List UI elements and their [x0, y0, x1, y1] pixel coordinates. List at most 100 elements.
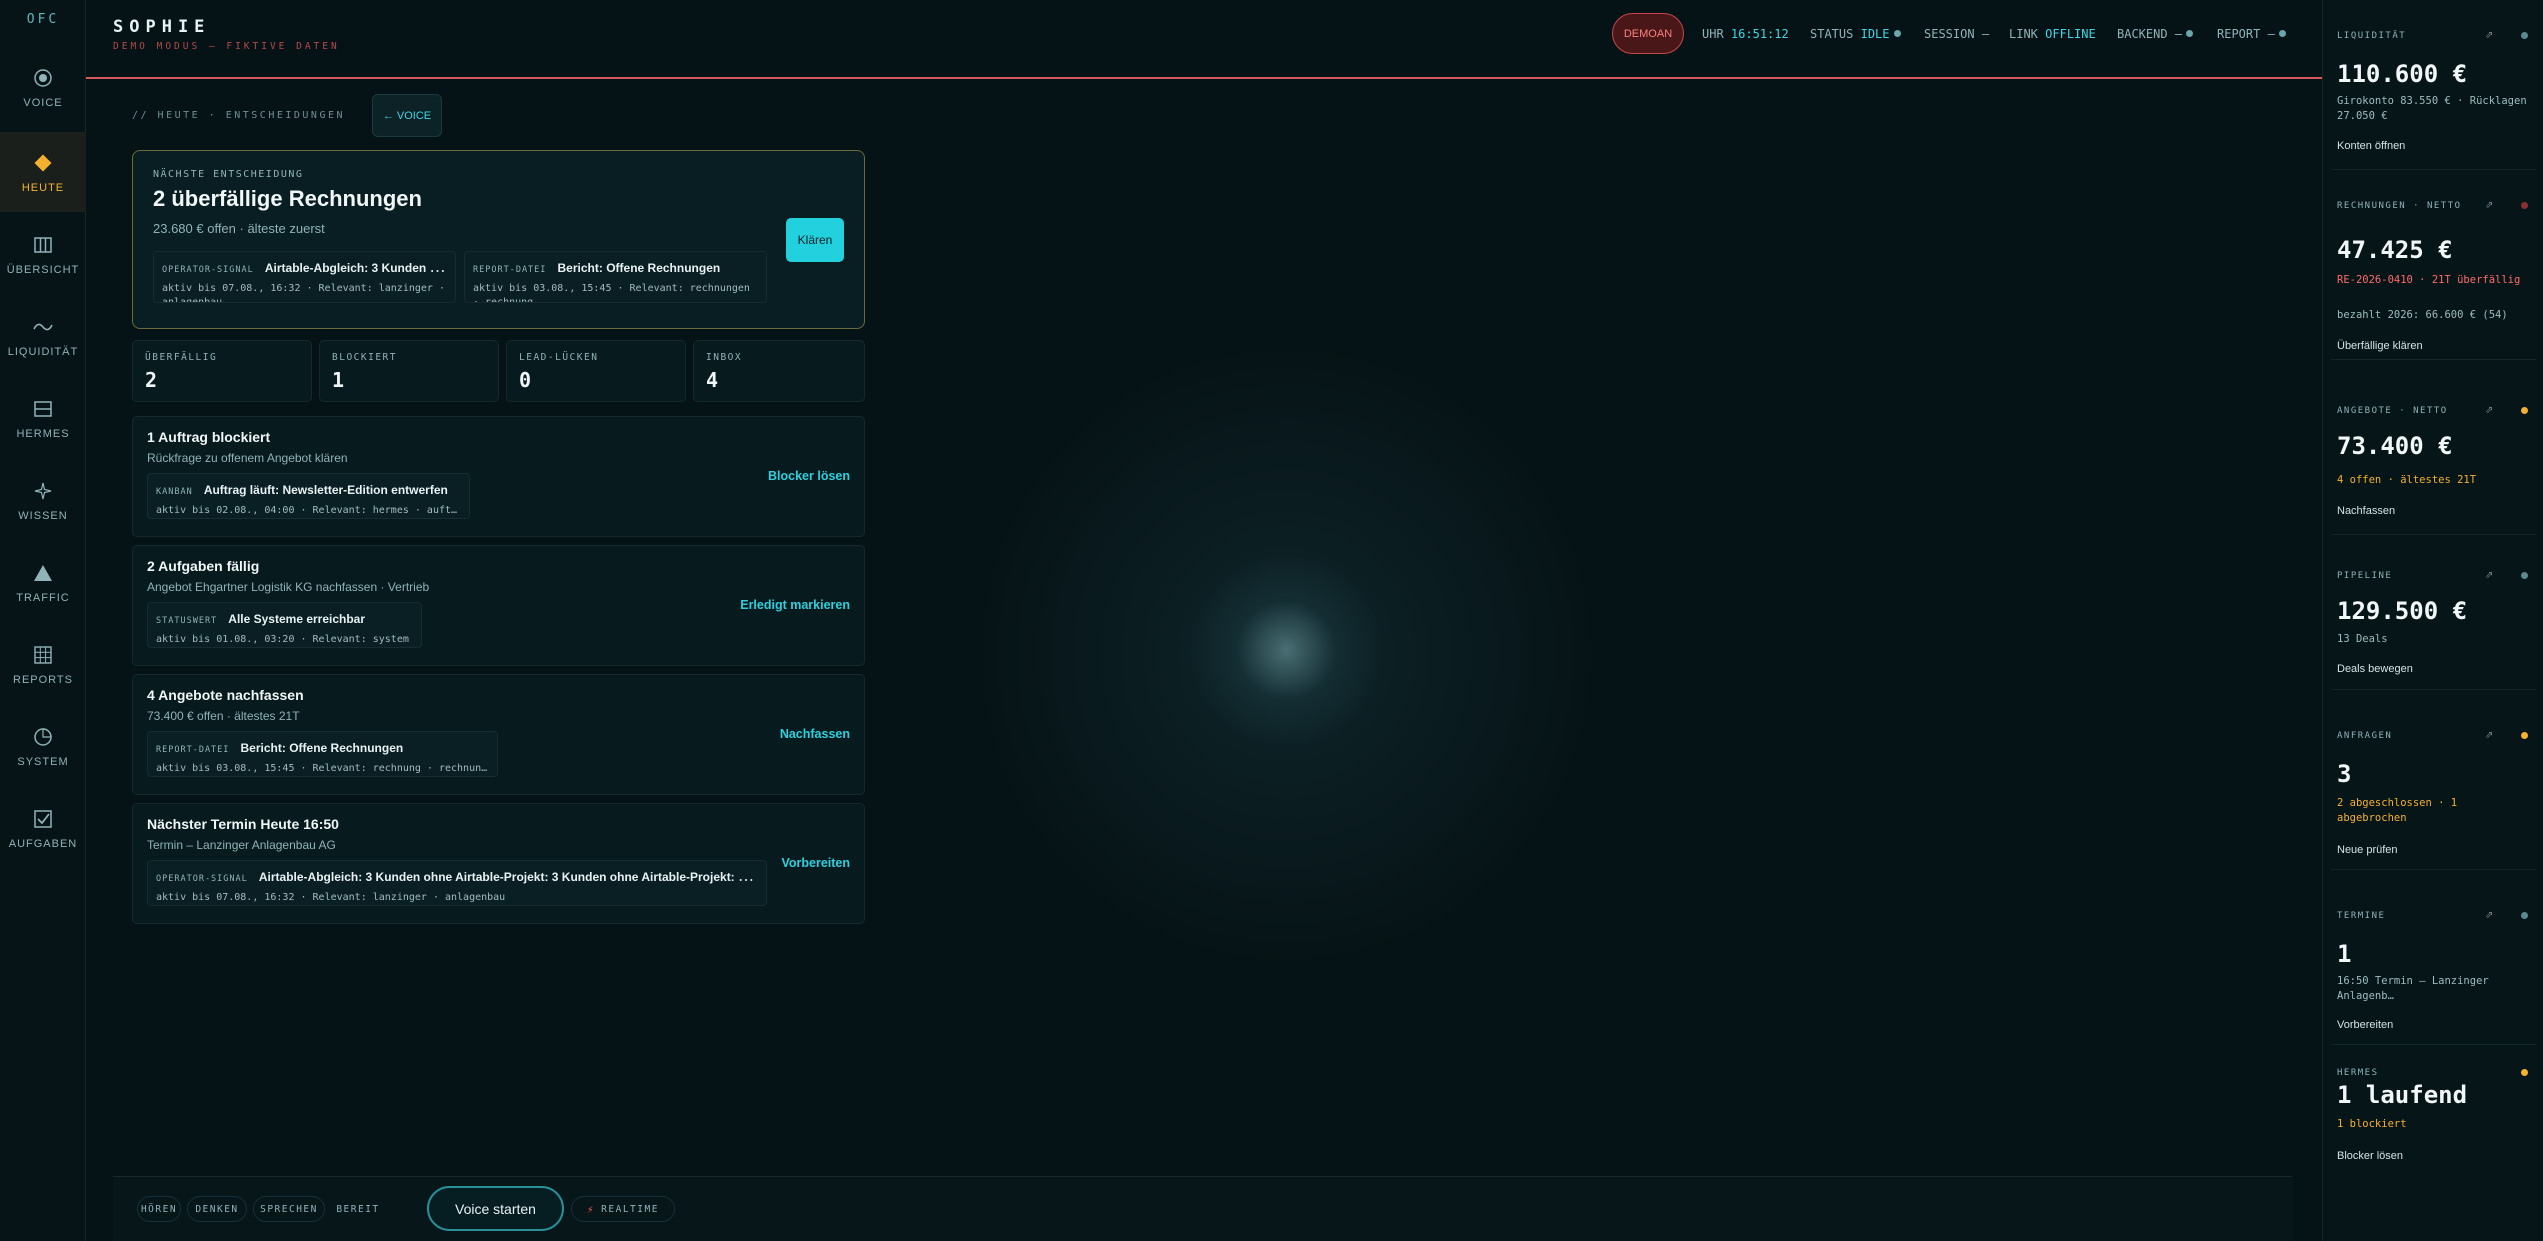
- nav-label: REPORTS: [13, 674, 73, 686]
- kpi-warning: 1 blockiert: [2337, 1118, 2407, 1130]
- signal-meta: aktiv bis 07.08., 16:32 · Relevant: lanz…: [162, 283, 445, 303]
- pin-icon[interactable]: ⇗: [2485, 405, 2493, 416]
- signal-chip[interactable]: KANBAN Auftrag läuft: Newsletter-Edition…: [147, 473, 470, 519]
- signal-chip[interactable]: OPERATOR-SIGNAL Airtable-Abgleich: 3 Kun…: [147, 860, 767, 906]
- clock-value: 16:51:12: [1730, 27, 1789, 41]
- left-nav: OFC VOICE HEUTE ÜBERSICHT LIQUIDITÄT HER…: [0, 0, 86, 1241]
- kpi-card-termine[interactable]: TERMINE ⇗ 1 16:50 Termin – Lanzinger Anl…: [2331, 910, 2536, 1045]
- voice-orb: [1186, 550, 1386, 750]
- task-card-due: 2 Aufgaben fällig Angebot Ehgartner Logi…: [132, 545, 865, 666]
- klaren-button[interactable]: Klären: [786, 218, 844, 262]
- kpi-label: LIQUIDITÄT: [2337, 31, 2407, 41]
- checkbox-icon: [33, 806, 53, 832]
- backend-dot-icon: [2186, 30, 2194, 37]
- kpi-label: HERMES: [2337, 1068, 2379, 1078]
- kpi-card-anfragen[interactable]: ANFRAGEN ⇗ 3 2 abgeschlossen · 1 abgebro…: [2331, 730, 2536, 870]
- realtime-toggle[interactable]: ⚡ REALTIME: [571, 1196, 675, 1222]
- nav-item-system[interactable]: SYSTEM: [0, 706, 86, 786]
- nav-item-reports[interactable]: REPORTS: [0, 624, 86, 704]
- signal-meta: aktiv bis 07.08., 16:32 · Relevant: lanz…: [156, 892, 506, 903]
- vorbereiten-link[interactable]: Vorbereiten: [2337, 1019, 2393, 1031]
- signal-chip[interactable]: REPORT-DATEI Bericht: Offene Rechnungen …: [147, 731, 498, 777]
- signal-chip[interactable]: REPORT-DATEI Bericht: Offene Rechnungen …: [464, 251, 767, 303]
- erledigt-markieren-button[interactable]: Erledigt markieren: [740, 598, 850, 612]
- nachfassen-button[interactable]: Nachfassen: [780, 727, 850, 741]
- stat-label: INBOX: [706, 352, 743, 363]
- nav-item-traffic[interactable]: TRAFFIC: [0, 542, 86, 622]
- kpi-card-hermes[interactable]: HERMES 1 laufend 1 blockiert Blocker lös…: [2331, 1067, 2536, 1177]
- kpi-value: 110.600 €: [2337, 60, 2468, 88]
- back-to-voice-button[interactable]: ← VOICE: [372, 94, 442, 137]
- kpi-value: 129.500 €: [2337, 597, 2468, 625]
- kpi-card-pipeline[interactable]: PIPELINE ⇗ 129.500 € 13 Deals Deals bewe…: [2331, 570, 2536, 690]
- kpi-card-liquiditaet[interactable]: LIQUIDITÄT ⇗ 110.600 € Girokonto 83.550 …: [2331, 30, 2536, 170]
- session-value: —: [1981, 27, 1990, 41]
- signal-tag: REPORT-DATEI: [473, 265, 547, 275]
- demo-mode-subtitle: DEMO MODUS — FIKTIVE DATEN: [113, 41, 340, 52]
- report-value: —: [2267, 27, 2275, 41]
- state-denken: DENKEN: [187, 1196, 247, 1222]
- task-subtitle: Rückfrage zu offenem Angebot klären: [147, 451, 348, 465]
- kpi-value: 73.400 €: [2337, 432, 2453, 460]
- nav-item-aufgaben[interactable]: AUFGABEN: [0, 788, 86, 868]
- signal-title: Airtable-Abgleich: 3 Kunden ohn…: [264, 261, 447, 275]
- nav-item-wissen[interactable]: WISSEN: [0, 460, 86, 540]
- nav-item-voice[interactable]: VOICE: [0, 47, 86, 127]
- task-title: 2 Aufgaben fällig: [147, 558, 260, 574]
- kpi-label: ANGEBOTE · NETTO: [2337, 406, 2448, 416]
- kpi-value: 47.425 €: [2337, 236, 2453, 264]
- nav-label: LIQUIDITÄT: [7, 346, 79, 358]
- kpi-detail: bezahlt 2026: 66.600 € (54): [2337, 309, 2508, 321]
- stat-value: 0: [519, 368, 532, 392]
- breadcrumb: // HEUTE · ENTSCHEIDUNGEN: [132, 110, 346, 121]
- pin-icon[interactable]: ⇗: [2485, 570, 2493, 581]
- kpi-card-rechnungen[interactable]: RECHNUNGEN · NETTO ⇗ 47.425 € RE-2026-04…: [2331, 200, 2536, 360]
- status-dot-icon: [2521, 732, 2528, 739]
- pin-icon[interactable]: ⇗: [2485, 200, 2493, 211]
- backend-indicator: BACKEND —: [2117, 27, 2194, 41]
- nav-item-uebersicht[interactable]: ÜBERSICHT: [0, 214, 86, 294]
- kpi-card-angebote[interactable]: ANGEBOTE · NETTO ⇗ 73.400 € 4 offen · äl…: [2331, 405, 2536, 535]
- neue-pruefen-link[interactable]: Neue prüfen: [2337, 844, 2398, 856]
- stat-ueberfaellig[interactable]: ÜBERFÄLLIG 2: [132, 340, 312, 402]
- signal-chip[interactable]: STATUSWERT Alle Systeme erreichbar aktiv…: [147, 602, 422, 648]
- blocker-loesen-button[interactable]: Blocker lösen: [768, 469, 850, 483]
- pin-icon[interactable]: ⇗: [2485, 910, 2493, 921]
- ueberfaellige-klaeren-link[interactable]: Überfällige klären: [2337, 340, 2423, 352]
- status-value: IDLE: [1860, 27, 1890, 41]
- stat-label: ÜBERFÄLLIG: [145, 352, 218, 363]
- kpi-label: ANFRAGEN: [2337, 731, 2393, 741]
- task-title: Nächster Termin Heute 16:50: [147, 816, 339, 832]
- voice-start-button[interactable]: Voice starten: [427, 1186, 564, 1231]
- stat-lead-luecken[interactable]: LEAD-LÜCKEN 0: [506, 340, 686, 402]
- nachfassen-link[interactable]: Nachfassen: [2337, 505, 2395, 517]
- stat-blockiert[interactable]: BLOCKIERT 1: [319, 340, 499, 402]
- signal-meta: aktiv bis 01.08., 03:20 · Relevant: syst…: [156, 634, 409, 645]
- blocker-loesen-link[interactable]: Blocker lösen: [2337, 1150, 2403, 1162]
- link-label: LINK: [2009, 27, 2038, 41]
- kpi-value: 1: [2337, 940, 2352, 968]
- status-dot-icon: [2521, 32, 2528, 39]
- brand-logo: OFC: [26, 12, 60, 27]
- nav-item-liquiditaet[interactable]: LIQUIDITÄT: [0, 296, 86, 376]
- pin-icon[interactable]: ⇗: [2485, 30, 2493, 41]
- stat-inbox[interactable]: INBOX 4: [693, 340, 865, 402]
- voice-icon: [33, 65, 53, 91]
- signal-tag: OPERATOR-SIGNAL: [156, 874, 248, 884]
- task-subtitle: 73.400 € offen · ältestes 21T: [147, 709, 300, 723]
- konten-oeffnen-link[interactable]: Konten öffnen: [2337, 140, 2405, 152]
- nav-item-hermes[interactable]: HERMES: [0, 378, 86, 458]
- session-indicator: SESSION —: [1924, 27, 1989, 41]
- deals-bewegen-link[interactable]: Deals bewegen: [2337, 663, 2413, 675]
- task-card-blocked: 1 Auftrag blockiert Rückfrage zu offenem…: [132, 416, 865, 537]
- status-dot-icon: [2521, 1069, 2528, 1076]
- vorbereiten-button[interactable]: Vorbereiten: [781, 856, 850, 870]
- signal-chip[interactable]: OPERATOR-SIGNAL Airtable-Abgleich: 3 Kun…: [153, 251, 456, 303]
- status-indicator: STATUS IDLE: [1810, 27, 1901, 41]
- task-title: 4 Angebote nachfassen: [147, 687, 304, 703]
- signal-title: Bericht: Offene Rechnungen: [240, 741, 404, 755]
- kpi-warning: 2 abgeschlossen · 1 abgebrochen: [2337, 797, 2458, 824]
- nav-item-heute[interactable]: HEUTE: [0, 132, 86, 212]
- demo-toggle-button[interactable]: DEMOAN: [1612, 13, 1684, 54]
- pin-icon[interactable]: ⇗: [2485, 730, 2493, 741]
